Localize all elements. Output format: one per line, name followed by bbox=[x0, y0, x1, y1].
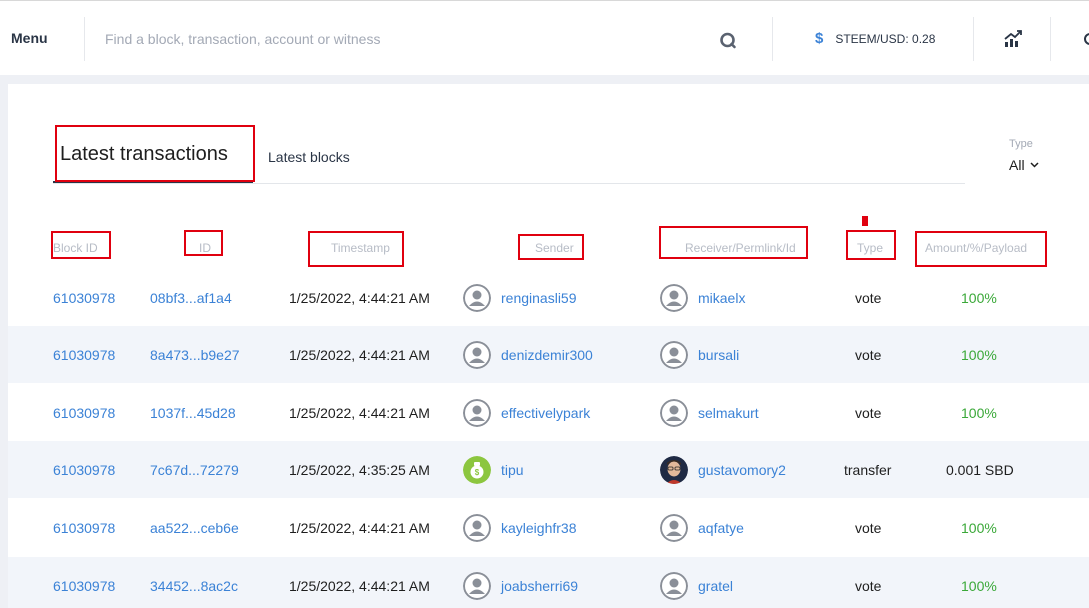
annotation-mark bbox=[862, 216, 868, 226]
sender-link[interactable]: effectivelypark bbox=[501, 405, 590, 421]
type-filter-label: Type bbox=[1009, 138, 1033, 150]
receiver-link[interactable]: gustavomory2 bbox=[698, 462, 786, 478]
operation-type: vote bbox=[855, 519, 882, 536]
divider bbox=[973, 17, 974, 61]
user-avatar-icon[interactable] bbox=[463, 571, 491, 600]
type-filter-value: All bbox=[1009, 157, 1025, 173]
user-avatar-icon[interactable] bbox=[463, 283, 491, 312]
stats-chart-icon[interactable] bbox=[1003, 29, 1023, 49]
annotation-box bbox=[308, 231, 404, 267]
table-row: 61030978 34452...8ac2c 1/25/2022, 4:44:2… bbox=[8, 557, 1089, 608]
sender-link[interactable]: kayleighfr38 bbox=[501, 520, 577, 536]
transaction-id-link[interactable]: 7c67d...72279 bbox=[150, 462, 239, 478]
block-id-link[interactable]: 61030978 bbox=[53, 578, 115, 594]
amount: 100% bbox=[961, 404, 997, 421]
annotation-box bbox=[51, 231, 111, 259]
transaction-id-link[interactable]: aa522...ceb6e bbox=[150, 520, 239, 536]
receiver-link[interactable]: aqfatye bbox=[698, 520, 744, 536]
money-bag-avatar-icon[interactable]: $ bbox=[463, 455, 491, 484]
block-id-link[interactable]: 61030978 bbox=[53, 462, 115, 478]
operation-type: vote bbox=[855, 577, 882, 594]
operation-type: transfer bbox=[844, 461, 892, 478]
block-id-link[interactable]: 61030978 bbox=[53, 520, 115, 536]
sender-link[interactable]: tipu bbox=[501, 462, 524, 478]
amount: 100% bbox=[961, 346, 997, 363]
receiver-link[interactable]: selmakurt bbox=[698, 405, 759, 421]
user-avatar-icon[interactable] bbox=[463, 398, 491, 427]
tabs-divider bbox=[53, 183, 965, 184]
operation-type: vote bbox=[855, 404, 882, 421]
transaction-id-link[interactable]: 8a473...b9e27 bbox=[150, 347, 240, 363]
amount: 100% bbox=[961, 577, 997, 594]
price-label: STEEM/USD: 0.28 bbox=[835, 31, 936, 46]
divider bbox=[1050, 17, 1051, 61]
menu-button[interactable]: Menu bbox=[11, 30, 48, 46]
divider bbox=[772, 17, 773, 61]
table-row: 61030978 08bf3...af1a4 1/25/2022, 4:44:2… bbox=[8, 269, 1089, 326]
user-avatar-icon[interactable] bbox=[660, 571, 688, 600]
annotation-box bbox=[518, 234, 584, 260]
timestamp: 1/25/2022, 4:44:21 AM bbox=[289, 404, 430, 421]
sender-link[interactable]: denizdemir300 bbox=[501, 347, 593, 363]
table-row: 61030978 1037f...45d28 1/25/2022, 4:44:2… bbox=[8, 384, 1089, 441]
block-id-link[interactable]: 61030978 bbox=[53, 290, 115, 306]
price-ticker[interactable]: $ STEEM/USD: 0.28 bbox=[815, 30, 935, 47]
dollar-icon: $ bbox=[815, 30, 824, 47]
user-avatar-icon[interactable] bbox=[660, 283, 688, 312]
receiver-link[interactable]: mikaelx bbox=[698, 290, 745, 306]
chevron-down-icon bbox=[1030, 162, 1039, 168]
timestamp: 1/25/2022, 4:44:21 AM bbox=[289, 346, 430, 363]
timestamp: 1/25/2022, 4:44:21 AM bbox=[289, 519, 430, 536]
operation-type: vote bbox=[855, 289, 882, 306]
top-bar: Menu $ STEEM/USD: 0.28 bbox=[0, 0, 1089, 75]
block-id-link[interactable]: 61030978 bbox=[53, 405, 115, 421]
user-avatar-icon[interactable] bbox=[463, 340, 491, 369]
transaction-id-link[interactable]: 1037f...45d28 bbox=[150, 405, 236, 421]
user-avatar-icon[interactable] bbox=[660, 398, 688, 427]
annotation-box bbox=[184, 230, 223, 256]
annotation-box bbox=[915, 231, 1047, 267]
type-filter-select[interactable]: All bbox=[1009, 157, 1039, 173]
operation-type: vote bbox=[855, 346, 882, 363]
account-icon[interactable] bbox=[1083, 31, 1089, 47]
annotation-box bbox=[846, 230, 896, 260]
search-icon[interactable] bbox=[718, 31, 738, 49]
user-avatar-icon[interactable] bbox=[660, 513, 688, 542]
annotation-box bbox=[659, 226, 808, 259]
sender-link[interactable]: joabsherri69 bbox=[501, 578, 578, 594]
transaction-id-link[interactable]: 08bf3...af1a4 bbox=[150, 290, 232, 306]
search-input[interactable] bbox=[105, 25, 705, 53]
svg-text:$: $ bbox=[475, 468, 480, 477]
amount: 0.001 SBD bbox=[946, 461, 1014, 478]
timestamp: 1/25/2022, 4:44:21 AM bbox=[289, 289, 430, 306]
block-id-link[interactable]: 61030978 bbox=[53, 347, 115, 363]
amount: 100% bbox=[961, 519, 997, 536]
user-avatar-icon[interactable] bbox=[660, 340, 688, 369]
annotation-box bbox=[55, 125, 255, 182]
divider bbox=[84, 17, 85, 61]
transaction-id-link[interactable]: 34452...8ac2c bbox=[150, 578, 238, 594]
receiver-link[interactable]: gratel bbox=[698, 578, 733, 594]
amount: 100% bbox=[961, 289, 997, 306]
table-row: 61030978 7c67d...72279 1/25/2022, 4:35:2… bbox=[8, 441, 1089, 498]
tab-latest-blocks[interactable]: Latest blocks bbox=[268, 149, 350, 165]
user-avatar-icon[interactable] bbox=[463, 513, 491, 542]
table-row: 61030978 aa522...ceb6e 1/25/2022, 4:44:2… bbox=[8, 499, 1089, 556]
user-photo-avatar[interactable] bbox=[660, 455, 688, 484]
sender-link[interactable]: renginasli59 bbox=[501, 290, 577, 306]
timestamp: 1/25/2022, 4:44:21 AM bbox=[289, 577, 430, 594]
timestamp: 1/25/2022, 4:35:25 AM bbox=[289, 461, 430, 478]
table-row: 61030978 8a473...b9e27 1/25/2022, 4:44:2… bbox=[8, 326, 1089, 383]
receiver-link[interactable]: bursali bbox=[698, 347, 739, 363]
